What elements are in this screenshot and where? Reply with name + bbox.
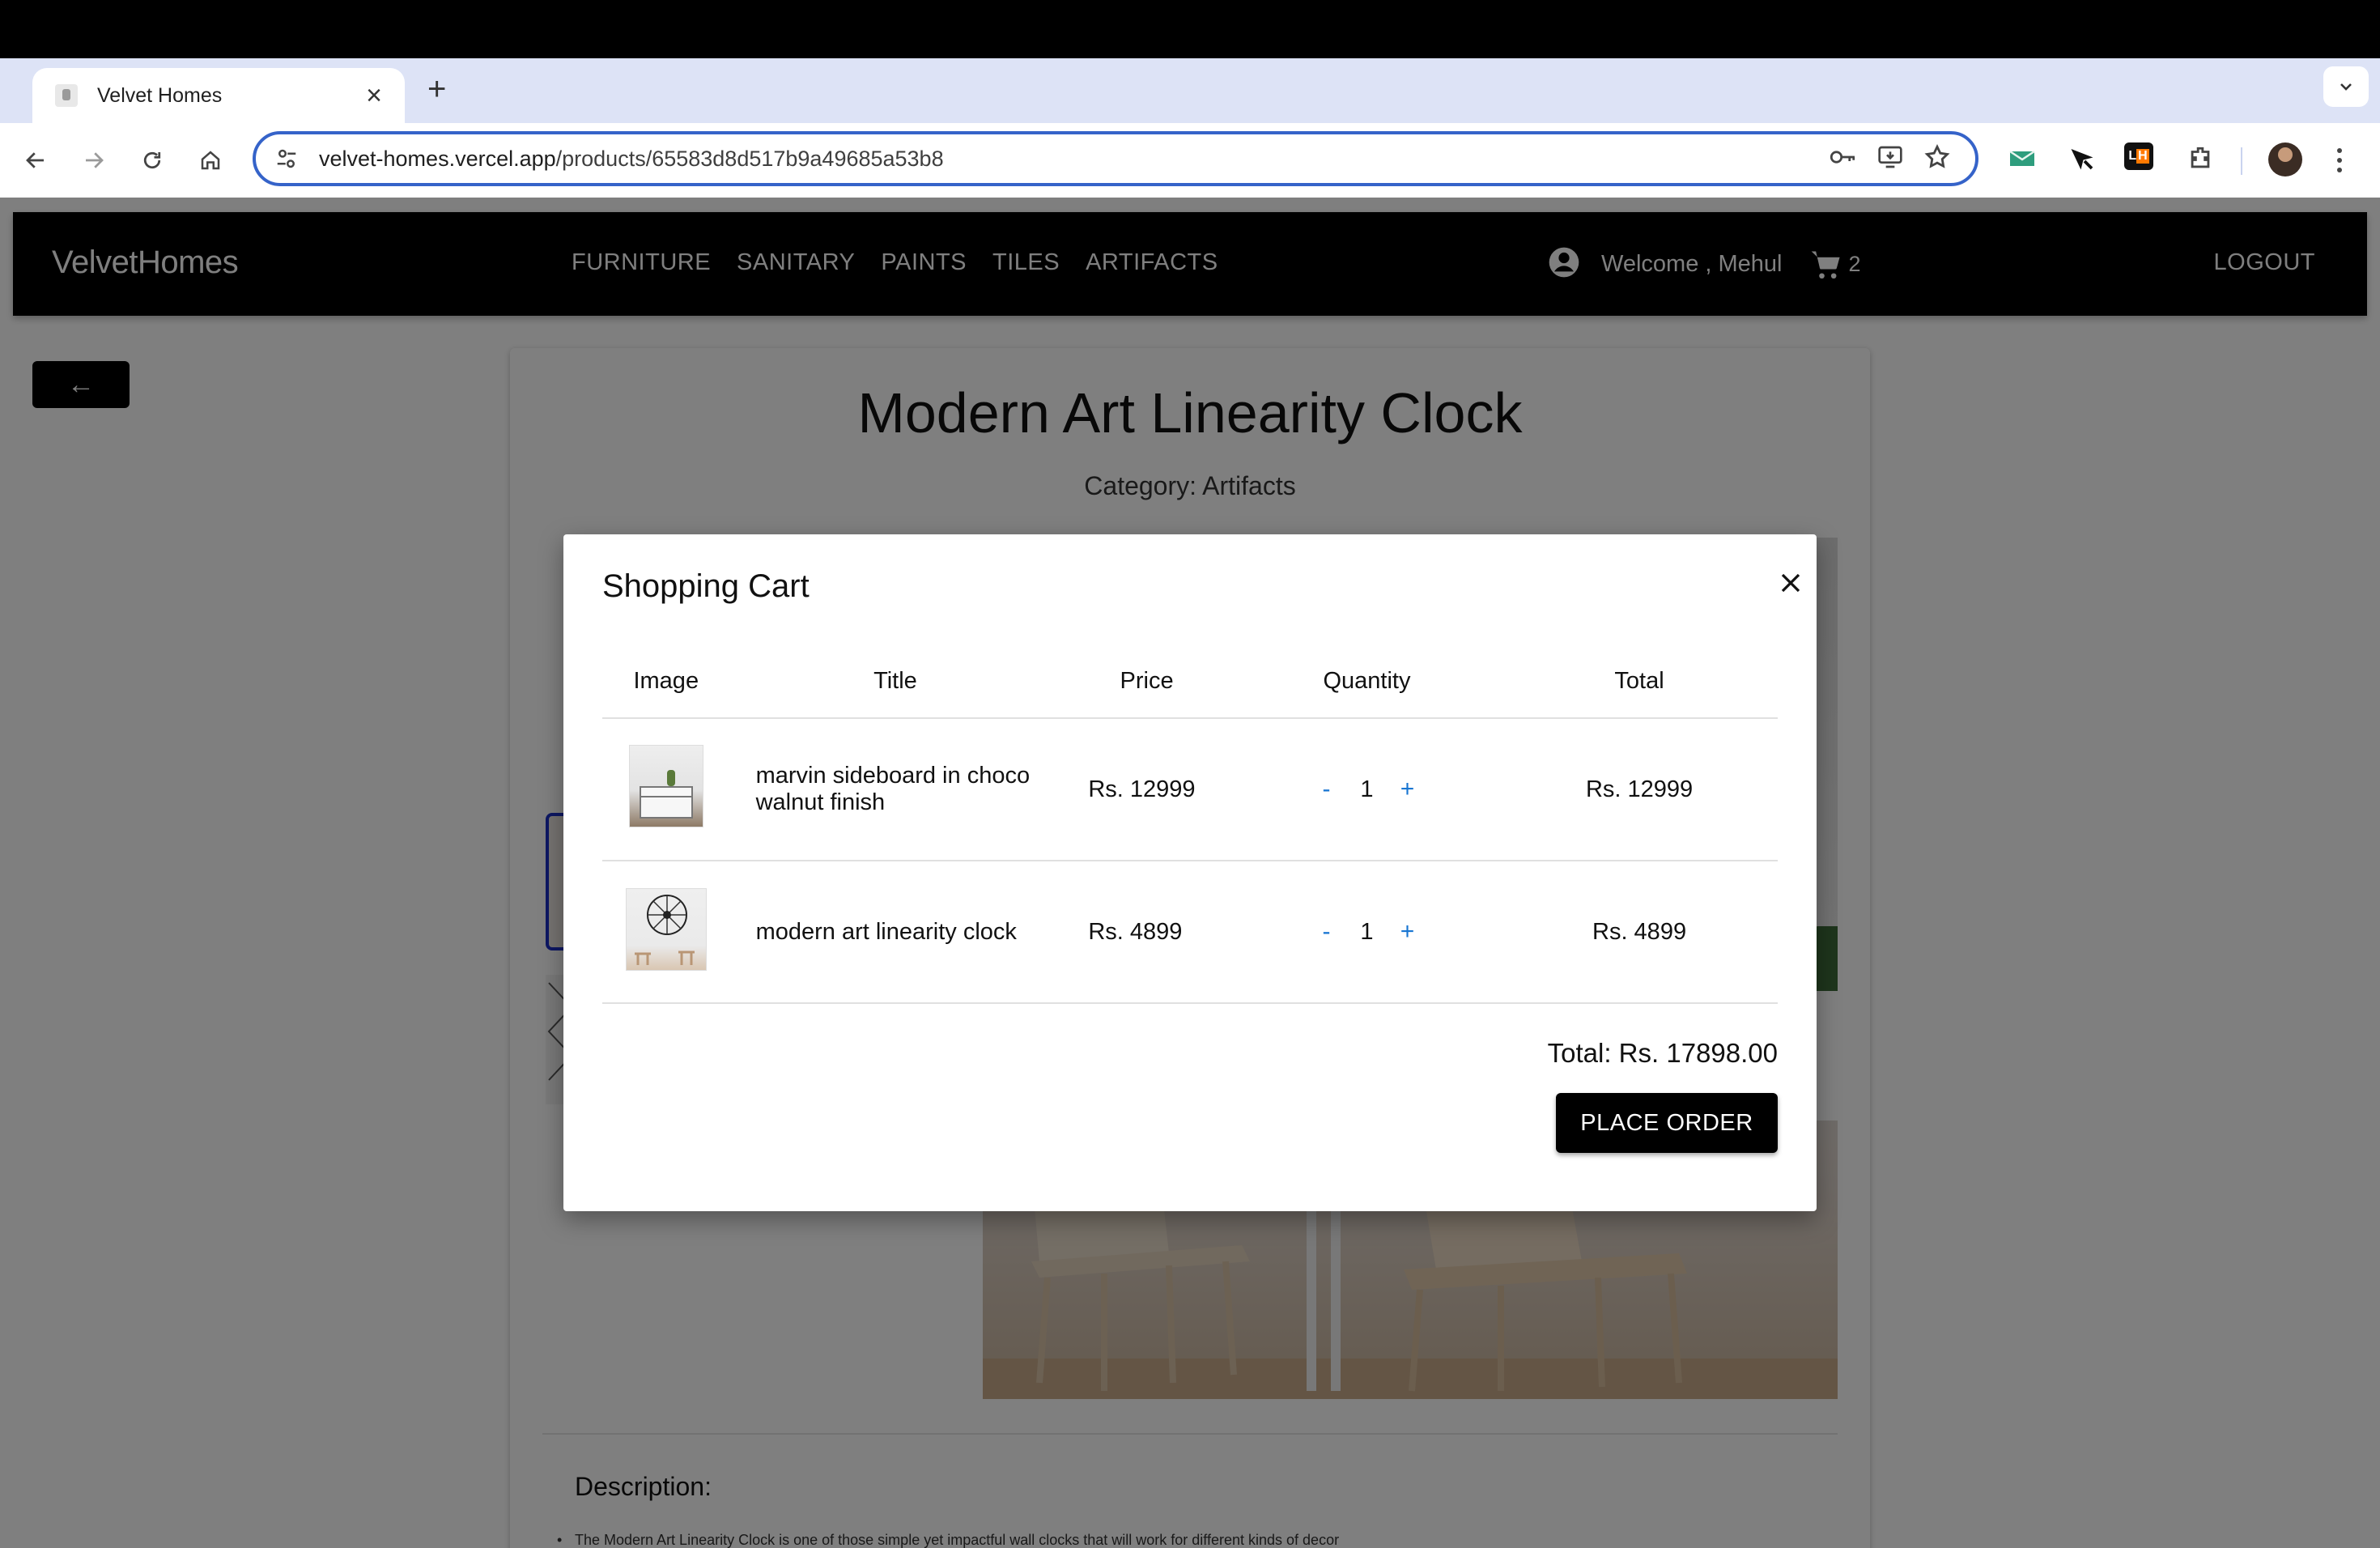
home-icon[interactable] <box>191 141 230 180</box>
url-text: velvet-homes.vercel.app/products/65583d8… <box>319 147 944 172</box>
reload-icon[interactable] <box>133 141 172 180</box>
quantity-value: 1 <box>1360 918 1374 945</box>
install-icon[interactable] <box>1876 144 1904 174</box>
tab-close-icon[interactable]: × <box>366 82 382 109</box>
table-row: marvin sideboard in choco walnut finish … <box>602 718 1778 861</box>
cart-item-total: Rs. 12999 <box>1501 718 1778 861</box>
place-order-button[interactable]: PLACE ORDER <box>1556 1093 1778 1153</box>
cart-item-image-cell <box>602 718 730 861</box>
clock-thumbnail <box>625 887 707 971</box>
cart-table-header: Image Title Price Quantity Total <box>602 644 1778 719</box>
tune-icon[interactable] <box>272 144 301 173</box>
browser-tab[interactable]: Velvet Homes × <box>32 68 405 123</box>
cart-grand-total: Total: Rs. 17898.00 <box>1547 1038 1778 1068</box>
toolbar-divider <box>2241 147 2242 175</box>
cart-item-title: modern art linearity clock <box>729 861 1061 1004</box>
shopping-cart-modal: Shopping Cart Image Title Price Quantity… <box>563 534 1817 1211</box>
tab-search-button[interactable] <box>2323 66 2369 107</box>
key-icon[interactable] <box>1828 145 1857 173</box>
profile-avatar[interactable] <box>2268 142 2302 176</box>
star-icon[interactable] <box>1923 143 1951 175</box>
column-header-image: Image <box>602 644 730 719</box>
forward-arrow-icon[interactable] <box>74 141 113 180</box>
cursor-extension-icon[interactable] <box>2066 142 2098 175</box>
close-icon[interactable] <box>1773 565 1808 601</box>
sideboard-thumbnail <box>628 745 703 827</box>
browser-toolbar: velvet-homes.vercel.app/products/65583d8… <box>0 123 2380 198</box>
mail-extension-icon[interactable] <box>2006 142 2038 175</box>
column-header-price: Price <box>1060 644 1233 719</box>
cart-item-price: Rs. 4899 <box>1060 861 1233 1004</box>
address-bar[interactable]: velvet-homes.vercel.app/products/65583d8… <box>253 131 1978 186</box>
tab-title: Velvet Homes <box>97 83 223 107</box>
web-page: VelvetHomes FURNITURE SANITARY PAINTS TI… <box>0 198 2380 1548</box>
url-path: /products/65583d8d517b9a49685a53b8 <box>555 146 944 171</box>
cart-item-quantity-cell: - 1 + <box>1232 718 1502 861</box>
browser-menu-icon[interactable] <box>2330 142 2349 178</box>
extensions-icon[interactable] <box>2184 142 2216 175</box>
chevron-down-icon <box>2340 83 2352 91</box>
column-header-quantity: Quantity <box>1232 644 1502 719</box>
cart-item-price: Rs. 12999 <box>1060 718 1233 861</box>
lh-extension-icon[interactable]: LH <box>2124 142 2153 170</box>
screen-top-bar <box>0 0 2380 58</box>
decrement-button[interactable]: - <box>1310 918 1342 946</box>
clock-icon <box>634 894 695 965</box>
modal-title: Shopping Cart <box>602 568 810 604</box>
table-row: modern art linearity clock Rs. 4899 - 1 … <box>602 861 1778 1004</box>
site-favicon-icon <box>55 84 78 107</box>
cart-item-quantity-cell: - 1 + <box>1232 861 1502 1004</box>
column-header-total: Total <box>1501 644 1778 719</box>
quantity-value: 1 <box>1360 776 1374 802</box>
cart-item-image-cell <box>602 861 730 1004</box>
browser-tab-strip: Velvet Homes × + <box>0 58 2380 123</box>
cart-table: Image Title Price Quantity Total marvin … <box>602 644 1778 1004</box>
decrement-button[interactable]: - <box>1310 776 1342 803</box>
cart-item-total: Rs. 4899 <box>1501 861 1778 1004</box>
cart-item-title: marvin sideboard in choco walnut finish <box>729 718 1061 861</box>
url-host: velvet-homes.vercel.app <box>319 146 556 171</box>
increment-button[interactable]: + <box>1391 776 1423 803</box>
increment-button[interactable]: + <box>1391 918 1423 946</box>
back-arrow-icon[interactable] <box>16 141 55 180</box>
column-header-title: Title <box>729 644 1061 719</box>
new-tab-button[interactable]: + <box>427 73 446 105</box>
